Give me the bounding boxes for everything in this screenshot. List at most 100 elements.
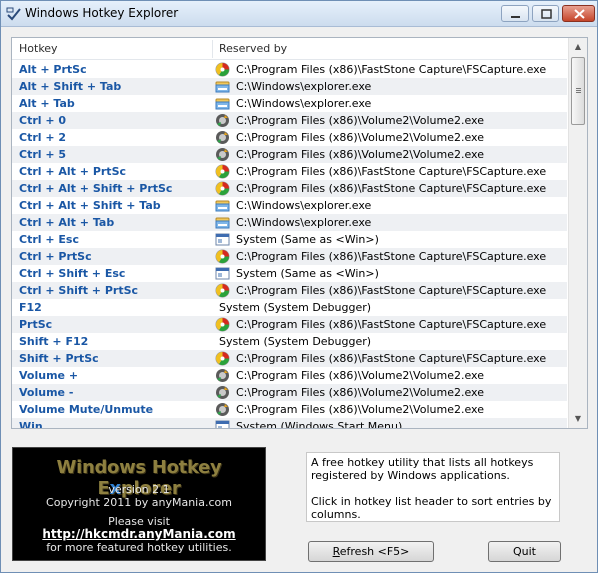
explorer-icon: [215, 198, 230, 213]
maximize-button[interactable]: [532, 5, 559, 22]
reserved-by-cell: C:\Program Files (x86)\Volume2\Volume2.e…: [236, 386, 484, 399]
table-row[interactable]: Volume - C:\Program Files (x86)\Volume2\V…: [12, 384, 567, 401]
hotkey-cell: Ctrl + Shift + PrtSc: [19, 284, 139, 297]
hotkey-list[interactable]: Hotkey Reserved by Alt + PrtSc C:\Program…: [11, 37, 588, 429]
table-row[interactable]: Ctrl + PrtSc C:\Program Files (x86)\FastS…: [12, 248, 567, 265]
scroll-down-arrow-icon[interactable]: ▼: [573, 414, 583, 424]
reserved-by-cell: C:\Program Files (x86)\Volume2\Volume2.e…: [236, 148, 484, 161]
hotkey-cell: Volume +: [19, 369, 79, 382]
hotkey-cell: Ctrl + 5: [19, 148, 67, 161]
hotkey-cell: Shift + PrtSc: [19, 352, 99, 365]
hotkey-cell: Ctrl + Alt + Shift + Tab: [19, 199, 161, 212]
reserved-by-cell: C:\Windows\explorer.exe: [236, 216, 372, 229]
volume2-icon: [215, 368, 230, 383]
minimize-icon: [511, 16, 520, 18]
table-row[interactable]: Ctrl + Shift + Esc System (Same as <Win>): [12, 265, 567, 282]
system-icon: [215, 232, 230, 247]
reserved-by-cell: C:\Program Files (x86)\FastStone Capture…: [236, 165, 547, 178]
table-row[interactable]: Ctrl + 2 C:\Program Files (x86)\Volume2\V…: [12, 129, 567, 146]
hotkey-cell: Ctrl + Alt + PrtSc: [19, 165, 127, 178]
maximize-icon: [541, 9, 552, 19]
reserved-by-cell: C:\Windows\explorer.exe: [236, 97, 372, 110]
table-row[interactable]: Ctrl + Esc System (Same as <Win>): [12, 231, 567, 248]
description-line-1: A free hotkey utility that lists all hot…: [311, 456, 534, 482]
website-link[interactable]: http://hkcmdr.anyMania.com: [13, 527, 265, 541]
fscapture-icon: [215, 181, 230, 196]
table-row[interactable]: Ctrl + 5 C:\Program Files (x86)\Volume2\V…: [12, 146, 567, 163]
reserved-by-cell: C:\Program Files (x86)\Volume2\Volume2.e…: [236, 131, 484, 144]
table-row[interactable]: Ctrl + Alt + Tab C:\Windows\explorer.exe: [12, 214, 567, 231]
explorer-icon: [215, 96, 230, 111]
fscapture-icon: [215, 317, 230, 332]
reserved-by-cell: C:\Program Files (x86)\FastStone Capture…: [236, 250, 547, 263]
table-row[interactable]: PrtSc C:\Program Files (x86)\FastStone Ca…: [12, 316, 567, 333]
reserved-by-cell: C:\Program Files (x86)\FastStone Capture…: [236, 63, 547, 76]
system-icon: [215, 266, 230, 281]
quit-button[interactable]: Quit: [488, 541, 561, 562]
system-icon: [215, 419, 230, 428]
hotkey-cell: Ctrl + Alt + Tab: [19, 216, 115, 229]
description-line-2: Click in hotkey list header to sort entr…: [311, 495, 552, 521]
list-header: Hotkey Reserved by: [12, 38, 567, 60]
table-row[interactable]: Volume + C:\Program Files (x86)\Volume2\V…: [12, 367, 567, 384]
table-row[interactable]: Alt + PrtSc C:\Program Files (x86)\FastSt…: [12, 61, 567, 78]
banner-copyright: Copyright 2011 by anyMania.com: [46, 496, 232, 509]
table-row[interactable]: Volume Mute/Unmute C:\Program Files (x86)…: [12, 401, 567, 418]
hotkey-cell: Alt + Shift + Tab: [19, 80, 122, 93]
table-row[interactable]: Ctrl + 0 C:\Program Files (x86)\Volume2\V…: [12, 112, 567, 129]
banner-more: for more featured hotkey utilities.: [46, 541, 232, 554]
scroll-up-arrow-icon[interactable]: ▲: [573, 42, 583, 52]
hotkey-cell: Alt + PrtSc: [19, 63, 87, 76]
reserved-by-cell: C:\Windows\explorer.exe: [236, 80, 372, 93]
fscapture-icon: [215, 283, 230, 298]
table-row[interactable]: Ctrl + Alt + Shift + Tab C:\Windows\explo…: [12, 197, 567, 214]
fscapture-icon: [215, 351, 230, 366]
reserved-by-cell: System (Same as <Win>): [236, 267, 379, 280]
hotkey-cell: Ctrl + PrtSc: [19, 250, 92, 263]
hotkey-cell: Ctrl + 2: [19, 131, 67, 144]
table-row[interactable]: Alt + Shift + Tab C:\Windows\explorer.exe: [12, 78, 567, 95]
reserved-by-cell: C:\Program Files (x86)\FastStone Capture…: [236, 182, 547, 195]
table-row[interactable]: Shift + F12 System (System Debugger): [12, 333, 567, 350]
reserved-by-cell: System (System Debugger): [219, 335, 372, 348]
hotkey-cell: PrtSc: [19, 318, 53, 331]
volume2-icon: [215, 130, 230, 145]
scrollbar-thumb[interactable]: [571, 57, 585, 125]
fscapture-icon: [215, 62, 230, 77]
volume2-icon: [215, 402, 230, 417]
reserved-by-cell: C:\Program Files (x86)\Volume2\Volume2.e…: [236, 403, 484, 416]
refresh-button[interactable]: Refresh <F5>: [308, 541, 434, 562]
reserved-by-cell: C:\Program Files (x86)\Volume2\Volume2.e…: [236, 114, 484, 127]
close-button[interactable]: [562, 5, 595, 22]
hotkey-cell: Ctrl + Esc: [19, 233, 79, 246]
table-row[interactable]: Ctrl + Alt + Shift + PrtSc C:\Program Fil…: [12, 180, 567, 197]
hotkey-cell: Ctrl + Alt + Shift + PrtSc: [19, 182, 173, 195]
hotkey-cell: Ctrl + Shift + Esc: [19, 267, 126, 280]
fscapture-icon: [215, 164, 230, 179]
column-header-reserved-by[interactable]: Reserved by: [219, 42, 287, 55]
fscapture-icon: [215, 249, 230, 264]
table-row[interactable]: F12 System (System Debugger): [12, 299, 567, 316]
minimize-button[interactable]: [501, 5, 529, 22]
volume2-icon: [215, 385, 230, 400]
app-window: Windows Hotkey Explorer Hotkey Reserved …: [0, 0, 598, 573]
table-row[interactable]: Ctrl + Alt + PrtSc C:\Program Files (x86)…: [12, 163, 567, 180]
keyboard-check-icon: [6, 7, 21, 21]
column-divider[interactable]: [212, 40, 213, 58]
explorer-icon: [215, 215, 230, 230]
close-icon: [574, 9, 585, 19]
title-bar[interactable]: Windows Hotkey Explorer: [1, 1, 597, 27]
table-row[interactable]: Win System (Windows Start Menu): [12, 418, 567, 428]
reserved-by-cell: System (Same as <Win>): [236, 233, 379, 246]
hotkey-cell: Volume -: [19, 386, 74, 399]
reserved-by-cell: C:\Program Files (x86)\FastStone Capture…: [236, 284, 547, 297]
column-header-hotkey[interactable]: Hotkey: [19, 42, 58, 55]
vertical-scrollbar[interactable]: ▲ ▼: [568, 38, 587, 428]
table-row[interactable]: Shift + PrtSc C:\Program Files (x86)\Fast…: [12, 350, 567, 367]
hotkey-cell: Shift + F12: [19, 335, 89, 348]
table-row[interactable]: Ctrl + Shift + PrtSc C:\Program Files (x8…: [12, 282, 567, 299]
hotkey-cell: F12: [19, 301, 42, 314]
reserved-by-cell: C:\Program Files (x86)\FastStone Capture…: [236, 318, 547, 331]
table-row[interactable]: Alt + Tab C:\Windows\explorer.exe: [12, 95, 567, 112]
reserved-by-cell: C:\Program Files (x86)\Volume2\Volume2.e…: [236, 369, 484, 382]
